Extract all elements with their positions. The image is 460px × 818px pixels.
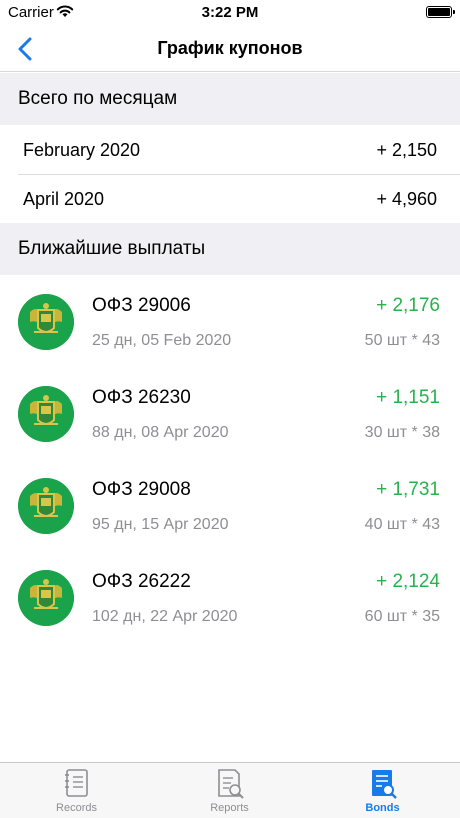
payment-amount: + 1,731 [376, 479, 440, 500]
bond-name: ОФЗ 29008 [92, 479, 191, 500]
page-title: График купонов [157, 38, 303, 58]
section-title-monthly: Всего по месяцам [18, 88, 178, 109]
payment-quantity: 50 шт * 43 [364, 332, 440, 349]
payment-row[interactable]: ОФЗ 29006 25 дн, 05 Feb 2020 + 2,176 50 … [0, 275, 460, 367]
payment-quantity: 60 шт * 35 [364, 608, 440, 625]
emblem-icon [18, 294, 74, 350]
payment-row[interactable]: ОФЗ 29008 95 дн, 15 Apr 2020 + 1,731 40 … [0, 459, 460, 551]
payment-date: 95 дн, 15 Apr 2020 [92, 516, 229, 533]
tab-label-records: Records [56, 802, 97, 814]
payment-amount: + 1,151 [376, 387, 440, 408]
month-amount: + 2,150 [376, 140, 437, 160]
emblem-icon [18, 478, 74, 534]
tab-bonds[interactable]: Bonds [306, 763, 459, 818]
month-amount: + 4,960 [376, 189, 437, 209]
section-title-upcoming: Ближайшие выплаты [18, 238, 206, 259]
bond-name: ОФЗ 29006 [92, 295, 191, 316]
records-icon [64, 769, 88, 797]
month-row[interactable]: April 2020 + 4,960 [0, 175, 460, 223]
payment-row[interactable]: ОФЗ 26222 102 дн, 22 Apr 2020 + 2,124 60… [0, 551, 460, 643]
month-name: April 2020 [23, 189, 105, 209]
section-header-upcoming: Ближайшие выплаты [0, 223, 460, 275]
month-name: February 2020 [23, 140, 141, 160]
payment-date: 102 дн, 22 Apr 2020 [92, 608, 238, 625]
bond-emblem-avatar [18, 386, 74, 442]
reports-icon [217, 769, 244, 799]
payment-date: 25 дн, 05 Feb 2020 [92, 332, 232, 349]
battery-icon [426, 6, 455, 18]
bond-emblem-avatar [18, 478, 74, 534]
tab-records[interactable]: Records [0, 763, 153, 818]
bonds-icon [371, 770, 397, 799]
payment-quantity: 30 шт * 38 [364, 424, 440, 441]
tab-label-bonds: Bonds [365, 802, 400, 814]
month-row[interactable]: February 2020 + 2,150 [0, 126, 460, 174]
bond-emblem-avatar [18, 570, 74, 626]
emblem-icon [18, 386, 74, 442]
bond-name: ОФЗ 26230 [92, 387, 191, 408]
emblem-icon [18, 570, 74, 626]
section-header-monthly: Всего по месяцам [0, 73, 460, 125]
payment-quantity: 40 шт * 43 [364, 516, 440, 533]
payment-amount: + 2,124 [376, 571, 440, 592]
tab-reports[interactable]: Reports [153, 763, 306, 818]
bond-emblem-avatar [18, 294, 74, 350]
bond-name: ОФЗ 26222 [92, 571, 191, 592]
payment-date: 88 дн, 08 Apr 2020 [92, 424, 229, 441]
navigation-bar: График купонов [0, 26, 460, 72]
status-time: 3:22 PM [201, 4, 259, 21]
payment-amount: + 2,176 [376, 295, 440, 316]
payment-row[interactable]: ОФЗ 26230 88 дн, 08 Apr 2020 + 1,151 30 … [0, 367, 460, 459]
status-bar: Carrier 3:22 PM [0, 0, 460, 26]
tab-label-reports: Reports [210, 802, 249, 814]
tab-bar: Records Reports Bonds [0, 762, 460, 818]
